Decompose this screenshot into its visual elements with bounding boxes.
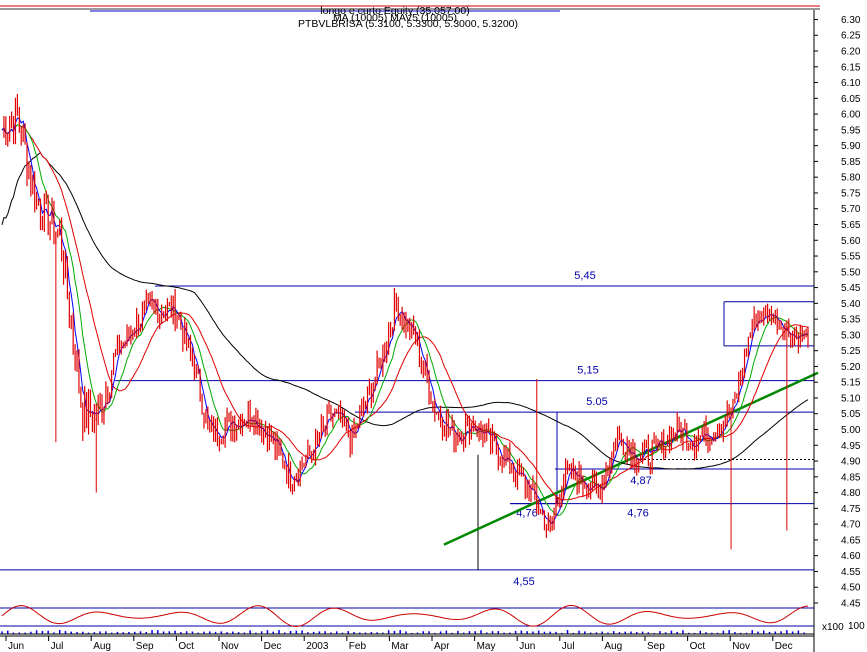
price-tick-label: 4.85 — [841, 472, 861, 483]
level-label-2: 5.05 — [586, 396, 607, 408]
price-tick-label: 5.55 — [841, 252, 861, 263]
time-tick-label: Apr — [434, 641, 450, 652]
time-tick-label: Oct — [178, 641, 194, 652]
price-tick-label: 5.70 — [841, 204, 861, 215]
header-line-3: PTBVLBRISA (5.3100, 5.3300, 5.3000, 5.32… — [298, 18, 518, 30]
price-tick-label: 5.85 — [841, 157, 861, 168]
price-tick-label: 5.75 — [841, 188, 861, 199]
price-tick-label: 6.15 — [841, 62, 861, 73]
price-tick-label: 6.10 — [841, 78, 861, 89]
time-tick-label: Oct — [690, 641, 706, 652]
price-tick-label: 4.80 — [841, 488, 861, 499]
time-tick-label: Nov — [221, 641, 239, 652]
time-tick-label: Nov — [732, 641, 750, 652]
price-tick-label: 5.25 — [841, 346, 861, 357]
time-tick-label: Jun — [8, 641, 24, 652]
level-label-5: 4,76 — [627, 508, 648, 520]
time-tick-label: May — [477, 641, 496, 652]
time-tick-label: Dec — [264, 641, 282, 652]
level-label-6: 4,55 — [513, 576, 534, 588]
time-tick-label: Sep — [647, 641, 665, 652]
price-tick-label: 5.30 — [841, 330, 861, 341]
osc-scale-label: x100 — [822, 622, 844, 633]
time-tick-label: 2003 — [306, 641, 329, 652]
price-tick-label: 4.55 — [841, 567, 861, 578]
time-tick-label: Dec — [775, 641, 793, 652]
time-tick-label: Jul — [51, 641, 64, 652]
price-tick-label: 5.20 — [841, 362, 861, 373]
price-tick-label: 6.20 — [841, 47, 861, 58]
price-tick-label: 5.35 — [841, 315, 861, 326]
price-tick-label: 5.00 — [841, 425, 861, 436]
level-label-0: 5,45 — [574, 270, 595, 282]
price-tick-label: 6.00 — [841, 110, 861, 121]
time-tick-label: Aug — [93, 641, 111, 652]
price-tick-label: 4.70 — [841, 520, 861, 531]
price-tick-label: 4.65 — [841, 535, 861, 546]
level-label-1: 5,15 — [577, 365, 598, 377]
price-tick-label: 5.45 — [841, 283, 861, 294]
price-tick-label: 4.95 — [841, 441, 861, 452]
osc-tick-label: 100 — [848, 621, 865, 632]
price-tick-label: 4.60 — [841, 551, 861, 562]
price-tick-label: 5.60 — [841, 236, 861, 247]
price-tick-label: 5.15 — [841, 378, 861, 389]
level-label-3: 4,87 — [630, 475, 651, 487]
time-tick-label: Feb — [349, 641, 367, 652]
price-tick-label: 5.65 — [841, 220, 861, 231]
price-tick-label: 4.50 — [841, 583, 861, 594]
price-tick-label: 4.75 — [841, 504, 861, 515]
price-tick-label: 6.30 — [841, 15, 861, 26]
price-tick-label: 5.90 — [841, 141, 861, 152]
time-tick-label: Mar — [391, 641, 409, 652]
price-tick-label: 4.45 — [841, 599, 861, 610]
time-tick-label: Sep — [136, 641, 154, 652]
price-tick-label: 5.10 — [841, 393, 861, 404]
price-tick-label: 5.05 — [841, 409, 861, 420]
time-tick-label: Aug — [604, 641, 622, 652]
price-tick-label: 6.25 — [841, 31, 861, 42]
price-tick-label: 5.40 — [841, 299, 861, 310]
time-tick-label: Jun — [519, 641, 535, 652]
price-tick-label: 5.80 — [841, 173, 861, 184]
price-chart: longo e curto Equity (35,057.00) MA (100… — [0, 0, 867, 652]
price-tick-label: 5.95 — [841, 125, 861, 136]
time-tick-label: Jul — [562, 641, 575, 652]
price-tick-label: 6.05 — [841, 94, 861, 105]
price-tick-label: 5.50 — [841, 267, 861, 278]
price-tick-label: 4.90 — [841, 457, 861, 468]
